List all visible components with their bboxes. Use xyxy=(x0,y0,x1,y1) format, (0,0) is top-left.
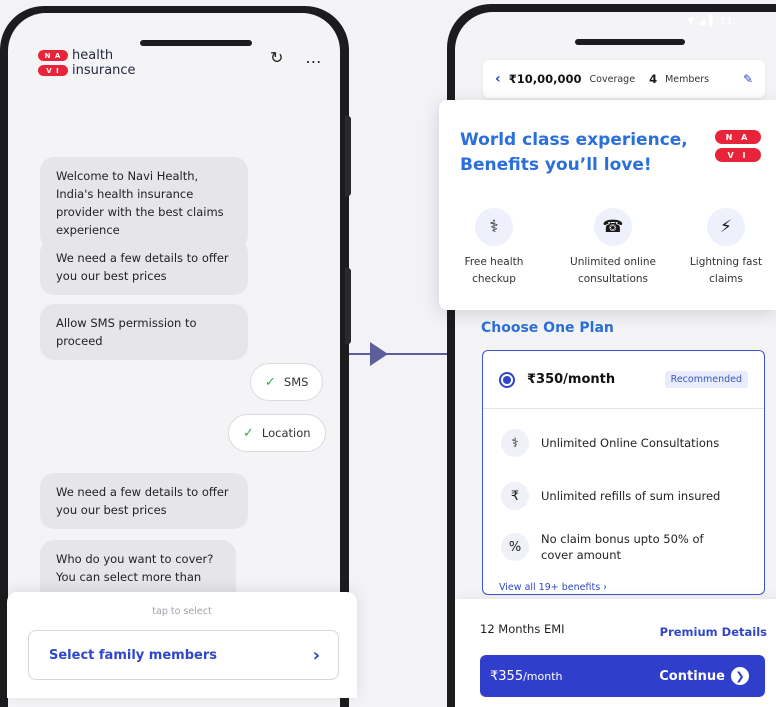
benefit-line1: Free health xyxy=(464,256,524,268)
navi-logo-top: N A xyxy=(38,50,68,61)
select-family-label: Select family members xyxy=(49,647,217,663)
speaker-notch xyxy=(575,39,685,45)
health-checkup-icon: ⚕ xyxy=(475,208,513,246)
benefit-item: ☎ Unlimited online consultations xyxy=(563,208,663,288)
benefit-line2: checkup xyxy=(472,273,516,285)
benefit-line1: Lightning fast xyxy=(689,256,763,268)
arrow-right-icon: ❯ xyxy=(731,667,749,685)
benefits-card: World class experience, Benefits you’ll … xyxy=(439,100,776,310)
premium-details-link[interactable]: Premium Details xyxy=(660,625,767,639)
benefit-item: ⚕ Free health checkup xyxy=(444,208,544,288)
bottom-sheet: tap to select Select family members › xyxy=(7,592,357,698)
benefit-label: Unlimited online consultations xyxy=(563,254,663,288)
volume-button xyxy=(345,116,351,196)
chat-message: We need a few details to offer you our b… xyxy=(40,239,248,295)
more-icon[interactable]: … xyxy=(305,49,321,67)
benefit-label: Lightning fast claims xyxy=(676,254,776,288)
bonus-icon: % xyxy=(501,533,529,561)
edit-icon[interactable]: ✎ xyxy=(743,72,753,86)
cta-price: ₹355/month xyxy=(490,669,563,684)
navi-logo-top: N A xyxy=(715,130,761,144)
select-family-button[interactable]: Select family members › xyxy=(28,630,339,680)
status-bar: ▼ ◢ ▌ 11: xyxy=(687,16,736,27)
feature-text: Unlimited Online Consultations xyxy=(541,436,720,450)
wifi-icon: ▼ xyxy=(687,16,695,27)
benefit-line2: claims xyxy=(709,273,743,285)
feature-line1: No claim bonus upto 50% of xyxy=(541,532,704,546)
benefit-label: Free health checkup xyxy=(444,254,544,288)
fast-claims-icon: ⚡ xyxy=(707,208,745,246)
continue-button[interactable]: ₹355/month Continue ❯ xyxy=(480,655,765,697)
flow-arrow-line xyxy=(349,353,449,355)
refill-icon: ₹ xyxy=(501,482,529,510)
chat-message: Allow SMS permission to proceed xyxy=(40,304,248,360)
plan-feature: ⚕ Unlimited Online Consultations xyxy=(501,429,719,457)
speaker-notch xyxy=(140,40,252,46)
battery-icon: ▌ xyxy=(708,16,717,27)
coverage-bar: ‹ ₹10,00,000 Coverage 4 Members ✎ xyxy=(483,60,765,98)
check-icon: ✓ xyxy=(243,425,254,441)
refresh-icon[interactable]: ↻ xyxy=(270,49,283,67)
benefit-item: ⚡ Lightning fast claims xyxy=(676,208,776,288)
benefits-title-line1: World class experience, xyxy=(460,130,688,150)
benefit-line2: consultations xyxy=(577,273,649,285)
navi-logo-bottom: V I xyxy=(715,148,761,162)
members-label: Members xyxy=(665,73,710,85)
sheet-hint: tap to select xyxy=(152,606,212,617)
chevron-right-icon: › xyxy=(312,644,320,666)
chat-message: We need a few details to offer you our b… xyxy=(40,473,248,529)
brand-logo: N A health V I insurance xyxy=(38,48,136,78)
chip-label: Location xyxy=(261,426,311,440)
members-count: 4 xyxy=(649,72,658,86)
brand-line1: health xyxy=(72,47,114,63)
status-time: 11: xyxy=(719,16,736,27)
cta-continue: Continue ❯ xyxy=(659,667,749,685)
benefits-title-line2: Benefits you’ll love! xyxy=(460,155,652,175)
feature-text: Unlimited refills of sum insured xyxy=(541,489,721,503)
plan-feature: ₹ Unlimited refills of sum insured xyxy=(501,482,720,510)
feature-text: No claim bonus upto 50% of cover amount xyxy=(541,531,704,563)
plan-card[interactable]: ₹350/month Recommended ⚕ Unlimited Onlin… xyxy=(482,350,765,595)
plan-feature: % No claim bonus upto 50% of cover amoun… xyxy=(501,531,704,563)
cta-amount: ₹355 xyxy=(490,668,524,684)
chip-label: SMS xyxy=(283,375,309,389)
recommended-badge: Recommended xyxy=(664,371,748,388)
benefit-line1: Unlimited online xyxy=(570,256,656,268)
check-icon: ✓ xyxy=(265,374,276,390)
continue-label: Continue xyxy=(659,668,725,684)
flow-arrow-head xyxy=(370,342,388,366)
signal-icon: ◢ xyxy=(697,16,706,27)
benefits-title: World class experience, Benefits you’ll … xyxy=(460,128,688,178)
plan-price: ₹350/month xyxy=(527,372,616,387)
feature-line2: cover amount xyxy=(541,548,621,562)
sms-permission-chip[interactable]: ✓ SMS xyxy=(250,363,324,401)
coverage-label: Coverage xyxy=(589,73,636,85)
brand-line2: insurance xyxy=(72,62,136,78)
coverage-amount: ₹10,00,000 xyxy=(508,72,582,86)
view-all-benefits-link[interactable]: View all 19+ benefits › xyxy=(499,582,607,593)
plan-radio[interactable] xyxy=(499,371,515,388)
chat-message: Welcome to Navi Health, India's health i… xyxy=(40,157,248,249)
navi-logo: N A V I xyxy=(715,130,761,166)
doctor-icon: ⚕ xyxy=(501,429,529,457)
power-button xyxy=(345,268,351,344)
cta-unit: /month xyxy=(523,669,563,683)
doctor-phone-icon: ☎ xyxy=(594,208,632,246)
back-icon[interactable]: ‹ xyxy=(495,71,501,87)
checkout-panel: 12 Months EMI Premium Details ₹355/month… xyxy=(455,599,776,707)
location-permission-chip[interactable]: ✓ Location xyxy=(228,414,326,452)
choose-plan-heading: Choose One Plan xyxy=(481,320,614,336)
navi-logo-bottom: V I xyxy=(38,65,68,76)
emi-label: 12 Months EMI xyxy=(480,622,565,636)
